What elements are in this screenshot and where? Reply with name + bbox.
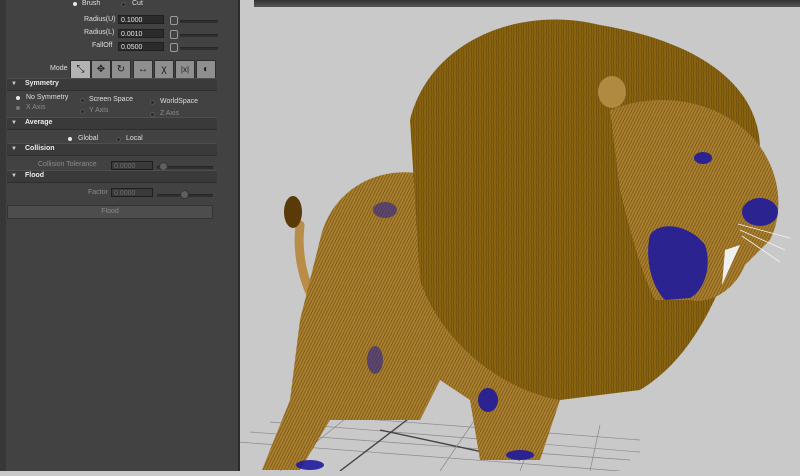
curl-icon[interactable]: χ bbox=[154, 60, 174, 80]
collapse-triangle-icon: ▼ bbox=[11, 81, 17, 87]
world-space-label: WorldSpace bbox=[160, 98, 199, 105]
radius-l-slider-icon[interactable] bbox=[170, 30, 178, 39]
move-icon[interactable]: ✥ bbox=[91, 60, 111, 80]
tool-settings-panel: Brush Cut Radius(U) 0.1000 Radius(L) 0.0… bbox=[0, 0, 240, 471]
flood-title: Flood bbox=[25, 172, 45, 179]
screen-space-label: Screen Space bbox=[89, 96, 133, 103]
average-section-header[interactable]: ▼ Average bbox=[7, 117, 217, 130]
comb-icon[interactable]: ⤡ bbox=[70, 60, 91, 80]
lion-fur-render bbox=[237, 19, 791, 472]
radius-l-slider[interactable] bbox=[180, 34, 218, 37]
x-axis-radio[interactable] bbox=[16, 106, 20, 110]
collapse-triangle-icon: ▼ bbox=[11, 146, 17, 152]
flood-factor-field[interactable]: 0.0000 bbox=[111, 188, 153, 197]
brush-label: Brush bbox=[82, 0, 101, 7]
local-radio[interactable] bbox=[116, 137, 121, 142]
symmetry-title: Symmetry bbox=[25, 80, 59, 87]
collision-tolerance-field[interactable]: 0.0000 bbox=[111, 161, 153, 170]
x-axis-label: X Axis bbox=[26, 104, 46, 111]
average-title: Average bbox=[25, 119, 53, 126]
falloff-label: FallOff bbox=[92, 42, 113, 49]
tail-tuft bbox=[284, 196, 302, 228]
collision-tolerance-label: Collision Tolerance bbox=[38, 161, 97, 168]
flood-factor-slider-knob[interactable] bbox=[180, 190, 189, 199]
radius-u-slider[interactable] bbox=[180, 20, 218, 23]
flood-section-header[interactable]: ▼ Flood bbox=[7, 170, 217, 183]
rotate-icon[interactable]: ↻ bbox=[111, 60, 131, 80]
collision-title: Collision bbox=[25, 145, 55, 152]
local-label: Local bbox=[126, 135, 143, 142]
z-axis-label: Z Axis bbox=[160, 110, 180, 117]
radius-u-slider-icon[interactable] bbox=[170, 16, 178, 25]
smooth-icon[interactable]: ◐ bbox=[196, 60, 216, 80]
cut-label: Cut bbox=[132, 0, 143, 7]
collision-section-header[interactable]: ▼ Collision bbox=[7, 143, 217, 156]
mode-label: Mode bbox=[50, 65, 68, 72]
flood-factor-label: Factor bbox=[88, 189, 108, 196]
falloff-field[interactable]: 0.0500 bbox=[118, 42, 164, 51]
length-icon[interactable]: |x| bbox=[175, 60, 195, 80]
radius-u-label: Radius(U) bbox=[84, 16, 116, 23]
no-symmetry-radio[interactable] bbox=[16, 96, 20, 100]
radius-u-field[interactable]: 0.1000 bbox=[118, 15, 164, 24]
lion-ear bbox=[598, 76, 626, 108]
scale-icon[interactable]: ↔ bbox=[133, 60, 153, 80]
y-axis-label: Y Axis bbox=[89, 107, 109, 114]
falloff-slider-icon[interactable] bbox=[170, 43, 178, 52]
screen-space-radio[interactable] bbox=[80, 98, 85, 103]
radius-l-label: Radius(L) bbox=[84, 29, 115, 36]
symmetry-section-header[interactable]: ▼ Symmetry bbox=[7, 78, 217, 91]
falloff-slider[interactable] bbox=[180, 47, 218, 50]
cut-radio[interactable] bbox=[121, 2, 126, 7]
y-axis-radio[interactable] bbox=[80, 109, 85, 114]
brush-radio[interactable] bbox=[73, 2, 77, 6]
collapse-triangle-icon: ▼ bbox=[11, 120, 17, 126]
radius-l-field[interactable]: 0.0010 bbox=[118, 29, 164, 38]
panel-scroll-edge[interactable] bbox=[0, 0, 6, 471]
world-space-radio[interactable] bbox=[150, 100, 155, 105]
3d-viewport[interactable] bbox=[237, 0, 800, 472]
collapse-triangle-icon: ▼ bbox=[11, 173, 17, 179]
global-label: Global bbox=[78, 135, 99, 142]
no-symmetry-label: No Symmetry bbox=[26, 94, 69, 101]
global-radio[interactable] bbox=[68, 137, 72, 141]
flood-button[interactable]: Flood bbox=[7, 205, 213, 219]
